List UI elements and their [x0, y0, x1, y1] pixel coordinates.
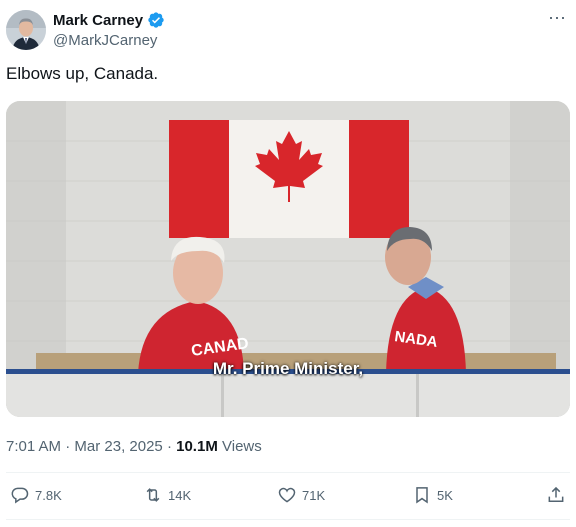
- repost-button[interactable]: 14K: [143, 485, 191, 505]
- bookmark-button[interactable]: 5K: [412, 485, 453, 505]
- video-player[interactable]: CANAD NADA Mr. Prime Minister,: [6, 101, 570, 417]
- share-button[interactable]: [546, 485, 566, 505]
- views-count: 10.1M: [176, 438, 218, 455]
- author-info: Mark Carney @MarkJCarney: [53, 11, 165, 49]
- more-icon[interactable]: ⋯: [548, 8, 567, 29]
- author-handle[interactable]: @MarkJCarney: [53, 32, 165, 49]
- share-icon: [548, 486, 564, 502]
- divider: [6, 519, 570, 520]
- meta-separator: ·: [65, 438, 71, 455]
- views-label: Views: [222, 438, 262, 455]
- bookmark-count: 5K: [437, 487, 453, 503]
- reply-count: 7.8K: [35, 487, 62, 503]
- video-caption: Mr. Prime Minister,: [212, 359, 364, 378]
- tweet-card: Mark Carney @MarkJCarney ⋯ Elbows up, Ca…: [0, 0, 576, 527]
- reply-button[interactable]: 7.8K: [10, 485, 62, 505]
- author-name[interactable]: Mark Carney: [53, 12, 143, 29]
- meta-separator: ·: [166, 438, 172, 455]
- like-button[interactable]: 71K: [277, 485, 325, 505]
- tweet-meta: 7:01 AM · Mar 23, 2025 · 10.1M Views: [6, 438, 262, 455]
- bookmark-icon: [416, 487, 428, 504]
- repost-count: 14K: [168, 487, 192, 503]
- canada-flag: [169, 120, 409, 238]
- heart-icon: [278, 487, 296, 503]
- action-bar: 7.8K 14K 71K 5K: [0, 485, 576, 509]
- avatar[interactable]: [6, 10, 46, 50]
- like-count: 71K: [302, 487, 326, 503]
- avatar-image: [6, 10, 46, 50]
- tweet-time[interactable]: 7:01 AM: [6, 438, 61, 455]
- verified-badge-icon: [148, 12, 164, 28]
- repost-icon: [146, 488, 160, 502]
- divider: [6, 472, 570, 473]
- tweet-text: Elbows up, Canada.: [6, 64, 159, 83]
- reply-icon: [11, 487, 29, 504]
- tweet-date[interactable]: Mar 23, 2025: [74, 438, 162, 455]
